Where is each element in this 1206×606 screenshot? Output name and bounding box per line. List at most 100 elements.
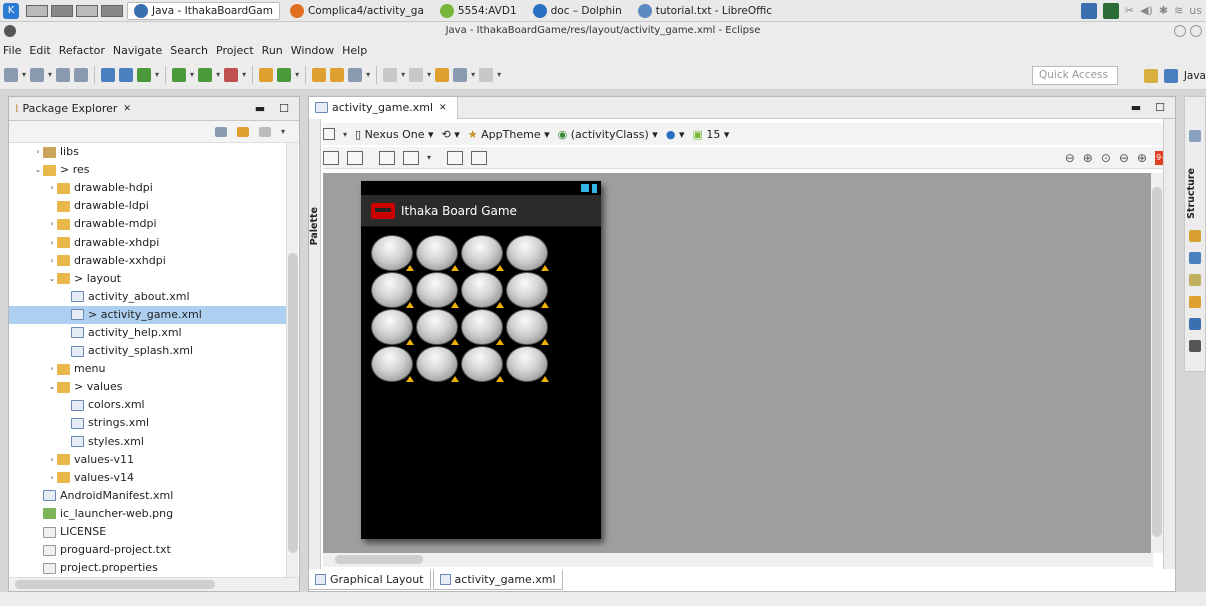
baseline-icon[interactable] <box>471 150 488 165</box>
zoom-fit-icon[interactable]: ⊙ <box>1101 151 1111 165</box>
prev-annotation-icon[interactable] <box>409 67 424 82</box>
board-piece[interactable] <box>461 272 506 309</box>
zoom-out-2-icon[interactable]: ⊖ <box>1119 151 1129 165</box>
bluetooth-icon[interactable]: ✱ <box>1159 4 1168 17</box>
canvas-vertical-scrollbar[interactable] <box>1151 173 1163 553</box>
board-piece[interactable] <box>371 272 416 309</box>
expand-chevron-icon[interactable]: › <box>47 215 57 233</box>
board-piece[interactable] <box>371 235 416 272</box>
horizontal-scrollbar[interactable] <box>9 577 299 591</box>
tree-item[interactable]: ⌄ > res <box>9 161 287 179</box>
keyboard-layout[interactable]: us <box>1189 4 1202 17</box>
next-annotation-icon[interactable] <box>383 67 398 82</box>
tab-activity-game[interactable]: activity_game.xml ✕ <box>309 96 458 119</box>
structure-label[interactable]: Structure <box>1186 168 1197 219</box>
tree-item[interactable]: › values-v11 <box>9 451 287 469</box>
distribute-icon[interactable] <box>447 150 464 165</box>
locale-selector[interactable]: ● ▾ <box>666 128 685 141</box>
expand-chevron-icon[interactable]: ⌄ <box>47 270 57 288</box>
update-icon[interactable] <box>1102 2 1119 19</box>
open-type-icon[interactable] <box>312 67 327 82</box>
board-piece[interactable] <box>506 346 551 383</box>
task-eclipse-ithaka[interactable]: Java - IthakaBoardGam <box>127 1 280 20</box>
java-perspective-icon[interactable] <box>1163 68 1178 83</box>
tree-item[interactable]: colors.xml <box>9 396 287 414</box>
expand-chevron-icon[interactable]: ⌄ <box>33 161 43 179</box>
board-piece[interactable] <box>371 309 416 346</box>
tab-graphical-layout[interactable]: Graphical Layout <box>308 570 431 590</box>
desktop-pager[interactable] <box>26 4 123 17</box>
tree-item[interactable]: activity_about.xml <box>9 288 287 306</box>
menu-window[interactable]: Window <box>291 44 334 57</box>
board-piece[interactable] <box>506 272 551 309</box>
board-piece[interactable] <box>461 235 506 272</box>
expand-chevron-icon[interactable]: › <box>47 252 57 270</box>
tree-item[interactable]: › menu <box>9 360 287 378</box>
package-explorer-title[interactable]: Package Explorer <box>23 102 118 115</box>
board-piece[interactable] <box>416 235 461 272</box>
task-firefox-complica[interactable]: Complica4/activity_ga <box>284 2 430 20</box>
canvas-horizontal-scrollbar[interactable] <box>323 553 1153 567</box>
tree-item[interactable]: activity_splash.xml <box>9 342 287 360</box>
tree-item[interactable]: proguard-project.txt <box>9 541 287 559</box>
menu-file[interactable]: File <box>3 44 21 57</box>
board-piece[interactable] <box>461 309 506 346</box>
maximize-editor-icon[interactable]: ☐ <box>1155 101 1165 114</box>
menu-navigate[interactable]: Navigate <box>113 44 162 57</box>
open-task-icon[interactable] <box>330 67 345 82</box>
menu-search[interactable]: Search <box>170 44 208 57</box>
outline-icon[interactable] <box>1189 130 1201 142</box>
tree-item[interactable]: ⌄ > layout <box>9 270 287 288</box>
tree-item[interactable]: › drawable-xxhdpi <box>9 252 287 270</box>
tree-item[interactable]: > activity_game.xml <box>9 305 287 324</box>
menu-run[interactable]: Run <box>262 44 283 57</box>
maximize-view-icon[interactable]: ☐ <box>279 102 289 115</box>
tasks-icon[interactable] <box>1189 296 1201 308</box>
fill-width-icon[interactable] <box>323 150 339 165</box>
tree-item[interactable]: › libs <box>9 143 287 161</box>
theme-selector[interactable]: ★ AppTheme ▾ <box>468 128 550 141</box>
clipboard-icon[interactable]: ✂ <box>1125 4 1134 17</box>
task-emulator-avd1[interactable]: 5554:AVD1 <box>434 2 523 20</box>
menu-project[interactable]: Project <box>216 44 254 57</box>
minimize-editor-icon[interactable]: ▬ <box>1131 101 1141 114</box>
declaration-icon[interactable] <box>1189 274 1201 286</box>
app-launcher-icon[interactable]: K <box>3 2 19 19</box>
minimize-button[interactable] <box>1174 25 1186 37</box>
maximize-button[interactable] <box>1190 25 1202 37</box>
minimize-view-icon[interactable]: ▬ <box>255 102 265 115</box>
tree-item[interactable]: ⌄ > values <box>9 378 287 396</box>
menu-refactor[interactable]: Refactor <box>59 44 105 57</box>
board-piece[interactable] <box>416 309 461 346</box>
close-tab-icon[interactable]: ✕ <box>439 103 447 113</box>
properties-icon[interactable] <box>1189 230 1201 242</box>
expand-chevron-icon[interactable]: › <box>47 234 57 252</box>
orientation-icon[interactable]: ⟲ ▾ <box>442 128 460 141</box>
view-menu-chevron-icon[interactable]: ▾ <box>281 127 285 136</box>
network-icon[interactable] <box>1080 2 1097 19</box>
activity-selector[interactable]: ◉ (activityClass) ▾ <box>558 128 658 141</box>
last-edit-icon[interactable] <box>435 67 450 82</box>
back-icon[interactable] <box>453 67 468 82</box>
task-dolphin-doc[interactable]: doc – Dolphin <box>527 2 628 20</box>
console-icon[interactable] <box>1189 318 1201 330</box>
device-selector[interactable]: ▯ Nexus One ▾ <box>355 128 434 141</box>
debug-icon[interactable] <box>172 67 187 82</box>
board-piece[interactable] <box>416 346 461 383</box>
logcat-icon[interactable] <box>1189 340 1201 352</box>
expand-chevron-icon[interactable]: › <box>33 143 43 161</box>
board-piece[interactable] <box>416 272 461 309</box>
link-editor-icon[interactable] <box>236 126 249 137</box>
new-icon[interactable] <box>4 67 18 82</box>
collapse-all-icon[interactable] <box>214 126 227 137</box>
board-piece[interactable] <box>371 346 416 383</box>
expand-chevron-icon[interactable]: › <box>47 179 57 197</box>
api-level-selector[interactable]: ▣ 15 ▾ <box>692 128 729 141</box>
expand-chevron-icon[interactable]: › <box>47 360 57 378</box>
save-icon[interactable] <box>56 67 71 82</box>
task-libreoffice-tutorial[interactable]: tutorial.txt - LibreOffic <box>632 2 778 20</box>
external-tools-icon[interactable] <box>224 67 239 82</box>
fill-height-icon[interactable] <box>347 150 363 165</box>
tree-item[interactable]: LICENSE <box>9 523 287 541</box>
palette-label[interactable]: Palette <box>309 207 321 245</box>
